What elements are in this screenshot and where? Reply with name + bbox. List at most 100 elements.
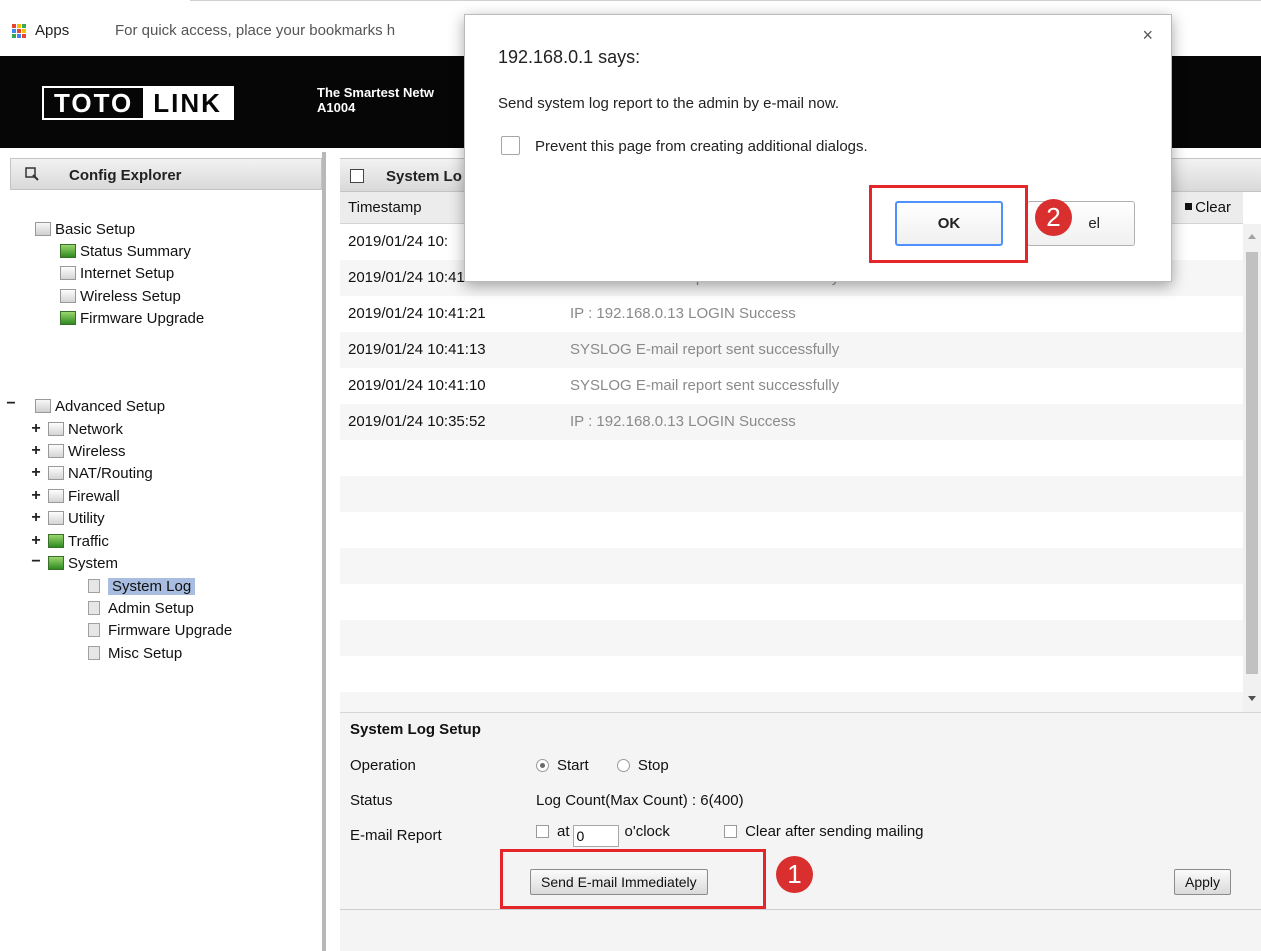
tree-nat-routing[interactable]: NAT/Routing: [48, 464, 153, 486]
log-row-empty: [340, 620, 1243, 656]
system-log-setup: System Log Setup Operation Start Stop St…: [340, 712, 1261, 951]
page: Apps For quick access, place your bookma…: [0, 0, 1261, 951]
panel-title: System Lo: [386, 168, 462, 185]
page-icon: [88, 646, 100, 660]
tree-label: Wireless Setup: [80, 288, 181, 305]
clear-after-option[interactable]: Clear after sending mailing: [724, 823, 924, 840]
log-scrollbar[interactable]: [1243, 224, 1261, 712]
tree-wireless[interactable]: Wireless: [48, 442, 126, 464]
folder-icon: [35, 399, 51, 413]
clear-square-icon: [1185, 203, 1193, 210]
config-explorer-header: Config Explorer: [10, 158, 322, 190]
status-value: Log Count(Max Count) : 6(400): [536, 792, 744, 809]
utility-icon: [48, 511, 64, 525]
apps-label[interactable]: Apps: [35, 22, 69, 39]
tree-label: Firmware Upgrade: [108, 622, 233, 639]
tree-label: Network: [68, 421, 124, 438]
log-time: 2019/01/24 10:41:13: [348, 341, 486, 358]
tree-firmware-upgrade[interactable]: Firmware Upgrade: [60, 309, 204, 331]
collapse-advanced-icon[interactable]: −: [5, 395, 17, 413]
tree-label: Firewall: [68, 488, 120, 505]
tree-label: Internet Setup: [80, 265, 175, 282]
log-message: IP : 192.168.0.13 LOGIN Success: [570, 305, 796, 322]
log-row-empty: [340, 656, 1243, 692]
tree-admin-setup[interactable]: Admin Setup: [88, 599, 194, 621]
page-icon: [88, 601, 100, 615]
log-message: SYSLOG E-mail report sent successfully: [570, 377, 840, 394]
setup-title: System Log Setup: [350, 721, 481, 738]
clear-label: Clear: [1195, 199, 1231, 216]
scroll-up-arrow-icon[interactable]: [1248, 234, 1256, 239]
magnifier-icon: [25, 167, 39, 181]
tree-system-firmware-upgrade[interactable]: Firmware Upgrade: [88, 621, 232, 643]
clear-after-label: Clear after sending mailing: [745, 823, 924, 840]
system-chart-icon: [48, 556, 64, 570]
tree-label-selected: System Log: [108, 578, 196, 595]
log-row-empty: [340, 440, 1243, 476]
tree-label: Basic Setup: [55, 221, 136, 238]
log-row-empty: [340, 584, 1243, 620]
tree-network[interactable]: Network: [48, 420, 123, 442]
log-message: SYSLOG E-mail report sent successfully: [570, 341, 840, 358]
start-radio[interactable]: Start: [536, 757, 589, 774]
log-time: 2019/01/24 10:41:21: [348, 305, 486, 322]
close-icon[interactable]: ×: [1142, 25, 1153, 46]
expand-icon[interactable]: +: [30, 532, 42, 550]
apply-button[interactable]: Apply: [1174, 869, 1232, 895]
log-row-empty: [340, 548, 1243, 584]
tree-label: Traffic: [68, 533, 109, 550]
tree-label: Misc Setup: [108, 645, 183, 662]
tree-advanced-setup[interactable]: Advanced Setup: [35, 397, 165, 419]
apps-grid-icon[interactable]: [12, 24, 26, 38]
log-time: 2019/01/24 10:41:10: [348, 377, 486, 394]
page-icon: [88, 579, 100, 593]
address-bar-edge: [190, 0, 1261, 1]
expand-icon[interactable]: +: [30, 464, 42, 482]
log-page-icon: [350, 169, 364, 183]
annotation-badge-1: 1: [776, 856, 813, 893]
upgrade-icon: [60, 311, 76, 325]
collapse-icon[interactable]: −: [30, 553, 42, 571]
expand-icon[interactable]: +: [30, 442, 42, 460]
stop-radio[interactable]: Stop: [616, 757, 669, 774]
lock-icon: [48, 489, 64, 503]
at-label: at: [557, 823, 570, 840]
hour-input[interactable]: [572, 825, 619, 847]
tree-utility[interactable]: Utility: [48, 509, 105, 531]
scroll-down-arrow-icon[interactable]: [1248, 696, 1256, 701]
log-row: 2019/01/24 10:35:52 IP : 192.168.0.13 LO…: [340, 404, 1243, 440]
tree-label: Firmware Upgrade: [80, 310, 205, 327]
tree-status-summary[interactable]: Status Summary: [60, 242, 191, 264]
tree-label: Status Summary: [80, 243, 191, 260]
status-label: Status: [350, 792, 393, 809]
tree-wireless-setup[interactable]: Wireless Setup: [60, 287, 181, 309]
prevent-dialogs-option[interactable]: Prevent this page from creating addition…: [501, 136, 868, 155]
routing-icon: [48, 466, 64, 480]
expand-icon[interactable]: +: [30, 487, 42, 505]
operation-radios: Start Stop: [536, 757, 669, 774]
email-report-label: E-mail Report: [350, 827, 442, 844]
tree-firewall[interactable]: Firewall: [48, 487, 120, 509]
tree-label: Wireless: [68, 443, 126, 460]
expand-icon[interactable]: +: [30, 420, 42, 438]
email-report-controls: at o'clock Clear after sending mailing: [536, 823, 924, 847]
expand-icon[interactable]: +: [30, 509, 42, 527]
clear-log-button[interactable]: Clear: [1185, 199, 1231, 216]
scroll-thumb[interactable]: [1246, 252, 1258, 674]
email-at-checkbox[interactable]: [536, 825, 549, 838]
tree-system-log[interactable]: System Log: [88, 577, 196, 599]
oclock-label: o'clock: [624, 823, 670, 840]
log-time: 2019/01/24 10:: [348, 233, 449, 250]
tree-basic-setup[interactable]: Basic Setup: [35, 220, 135, 242]
stop-label: Stop: [637, 757, 669, 774]
header-model: A1004: [317, 100, 356, 115]
tree-misc-setup[interactable]: Misc Setup: [88, 644, 182, 666]
tree-traffic[interactable]: Traffic: [48, 532, 109, 554]
log-row-empty: [340, 692, 1243, 712]
clear-after-checkbox: [724, 825, 738, 838]
operation-label: Operation: [350, 757, 416, 774]
log-row: 2019/01/24 10:41:21 IP : 192.168.0.13 LO…: [340, 296, 1243, 332]
log-message: IP : 192.168.0.13 LOGIN Success: [570, 413, 796, 430]
tree-internet-setup[interactable]: Internet Setup: [60, 264, 174, 286]
tree-system[interactable]: System: [48, 554, 118, 576]
